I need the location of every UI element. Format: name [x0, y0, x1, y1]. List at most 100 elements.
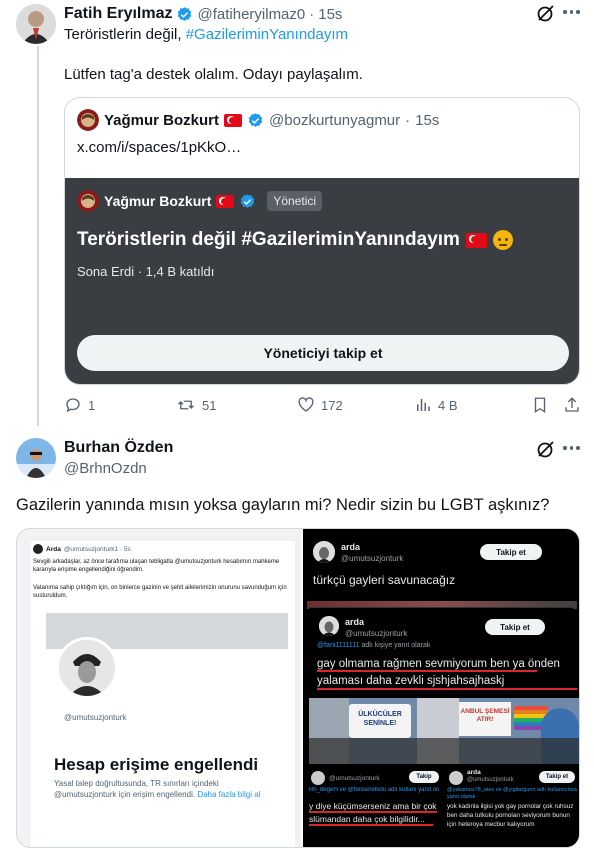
author-handle[interactable]: @BrhnOzdn [64, 460, 173, 477]
saluting-face-icon [492, 230, 513, 250]
blocked-text: Yasal talep doğrultusunda, TR sınırları … [54, 779, 219, 799]
middle-follow-button: Takip et [485, 619, 545, 635]
separator-dot: · [309, 5, 315, 23]
right-text1: türkçü gayleri savunacağız [313, 573, 456, 587]
middle-post: arda @umutsuzjonturk Takip et @fani11111… [309, 607, 579, 767]
middle-reply-to: @fani1111111 [317, 642, 360, 649]
red-underline [317, 688, 577, 690]
right-image-screenshot[interactable]: arda @umutsuzjonturk Takip et türkçü gay… [303, 529, 579, 847]
blocked-learn-more-link: Daha fazla bilgi al [197, 789, 261, 799]
quote-author-name[interactable]: Yağmur Bozkurt [104, 112, 219, 129]
host-role-badge: Yönetici [267, 191, 323, 211]
tweet2-media[interactable]: Arda @umutsuzjonturk1 · 5s Sevgili arkad… [16, 528, 580, 848]
quote-author-handle[interactable]: @bozkurtunyagmur [269, 112, 400, 129]
arda-avatar [311, 771, 325, 785]
space-card[interactable]: Yağmur Bozkurt Yönetici Teröristlerin de… [65, 178, 579, 384]
reply-count: 1 [88, 397, 96, 413]
more-options-icon[interactable] [563, 446, 580, 450]
space-title-row: Teröristlerin değil #GazileriminYanınday… [77, 229, 513, 251]
author-handle[interactable]: @fatiheryilmaz0 [197, 6, 305, 23]
turkey-flag-icon [224, 113, 243, 127]
left-image-p2: Vatanıma sahip çıktığım için, on binlerc… [33, 585, 287, 600]
arda-avatar [319, 616, 339, 636]
quote-author-avatar[interactable] [77, 109, 99, 131]
middle-text: gay olmama rağmen sevmiyorum ben ya önde… [317, 658, 560, 687]
share-icon[interactable] [563, 396, 581, 419]
verified-badge-icon [178, 6, 192, 21]
middle-reply-suffix: adlı kişiye yanıt olarak [359, 642, 431, 649]
bottom-left-reply: lim_degerli ve @helsenebolu adlı kullanı… [309, 787, 439, 793]
bottom-right-handle: @umutsuzjonturk [467, 777, 514, 783]
bottom-left-handle: @umutsuzjonturk [329, 775, 380, 782]
left-image-inner: Arda @umutsuzjonturk1 · 5s Sevgili arkad… [31, 541, 295, 847]
follow-host-label: Yöneticiyi takip et [263, 345, 383, 361]
left-image-name: Arda [46, 545, 61, 553]
grok-icon[interactable] [536, 439, 556, 459]
bottom-right-name: arda [467, 769, 481, 776]
tweet1-text-line2: Lütfen tag'a destek olalım. Odayı paylaş… [64, 66, 363, 83]
middle-reply-line: @fani1111111 adlı kişiye yanıt olarak [317, 642, 430, 649]
left-image-header: Arda @umutsuzjonturk1 · 5s [33, 544, 131, 554]
views-count: 4 B [438, 397, 458, 413]
bottom-right-post: arda @umutsuzjonturk Takip et @yakamoz78… [445, 767, 579, 847]
tweet-text: Teröristlerin değil, [64, 26, 186, 43]
like-button[interactable]: 172 [297, 396, 343, 414]
quote-tweet-card[interactable]: Yağmur Bozkurt @bozkurtunyagmur · 15s x.… [64, 97, 580, 385]
views-button[interactable]: 4 B [414, 396, 458, 414]
space-status: Sona Erdi [77, 264, 135, 279]
arda-avatar [33, 544, 43, 554]
separator-dot: · [137, 264, 146, 279]
protest-photo: ÜLKÜCÜLER SENİNLE! ANBUL ŞEMESİ ATIR! [309, 698, 579, 764]
bottom-right-reply: @yakamoz78_ates ve @yigitargunn adlı kul… [447, 787, 577, 801]
reply-button[interactable]: 1 [64, 396, 95, 414]
hashtag-link[interactable]: #GazileriminYanındayım [186, 26, 348, 43]
follow-host-button[interactable]: Yöneticiyi takip et [77, 335, 569, 371]
space-title: Teröristlerin değil #GazileriminYanınday… [77, 229, 460, 250]
bookmark-icon[interactable] [531, 396, 549, 419]
quote-link-text[interactable]: x.com/i/spaces/1pKkO… [77, 139, 241, 156]
thread-line [37, 46, 39, 426]
bottom-right-follow: Takip et [539, 771, 575, 783]
turkey-flag-icon [465, 232, 487, 248]
left-image-handle: @umutsuzjonturk1 · 5s [63, 545, 131, 553]
profile-avatar [56, 637, 118, 699]
tweet1-action-bar: 1 51 172 4 B [64, 396, 584, 416]
retweet-button[interactable]: 51 [176, 396, 216, 414]
arda-avatar [313, 541, 335, 563]
profile-handle: @umutsuzjonturk [64, 713, 127, 722]
turkey-flag-icon [216, 194, 235, 208]
red-underline [317, 670, 537, 672]
fatih-avatar[interactable] [16, 4, 56, 44]
middle-handle: @umutsuzjonturk [345, 629, 408, 638]
author-name[interactable]: Fatih Eryılmaz [64, 5, 172, 23]
protest-sign-1: ÜLKÜCÜLER SENİNLE! [349, 704, 411, 738]
protest-sign-2: ANBUL ŞEMESİ ATIR! [459, 702, 511, 736]
tweet1-header: Fatih Eryılmaz @fatiheryilmaz0 · 15s [64, 4, 342, 24]
middle-name: arda [345, 617, 365, 627]
heart-icon [298, 397, 314, 412]
timestamp[interactable]: 15s [318, 6, 342, 23]
space-host-avatar [77, 190, 99, 212]
burhan-avatar[interactable] [16, 438, 56, 478]
left-image-p1: Sevgili arkadaşlar, az önce tarafıma ula… [33, 559, 280, 574]
retweet-count: 51 [202, 397, 217, 413]
quote-header: Yağmur Bozkurt @bozkurtunyagmur · 15s [77, 109, 439, 131]
right-handle: @umutsuzjonturk [341, 554, 404, 563]
left-image-screenshot[interactable]: Arda @umutsuzjonturk1 · 5s Sevgili arkad… [17, 529, 301, 847]
space-host-row: Yağmur Bozkurt Yönetici [77, 190, 323, 212]
more-options-icon[interactable] [563, 10, 580, 14]
red-underline [309, 811, 437, 813]
author-name[interactable]: Burhan Özden [64, 439, 173, 457]
blocked-title: Hesap erişime engellendi [54, 755, 259, 774]
verified-badge-icon [248, 112, 263, 127]
blocked-text-block: Yasal talep doğrultusunda, TR sınırları … [54, 779, 264, 801]
grok-icon[interactable] [536, 3, 556, 23]
arda-avatar [449, 771, 463, 785]
reply-icon [66, 398, 80, 413]
right-name: arda [341, 542, 361, 552]
space-host-name: Yağmur Bozkurt [104, 193, 212, 209]
space-meta: Sona Erdi · 1,4 B katıldı [77, 264, 214, 279]
bottom-left-follow: Takip [409, 771, 439, 783]
bottom-left-post: Takip @umutsuzjonturk lim_degerli ve @he… [307, 767, 441, 847]
quote-timestamp[interactable]: 15s [415, 112, 439, 129]
